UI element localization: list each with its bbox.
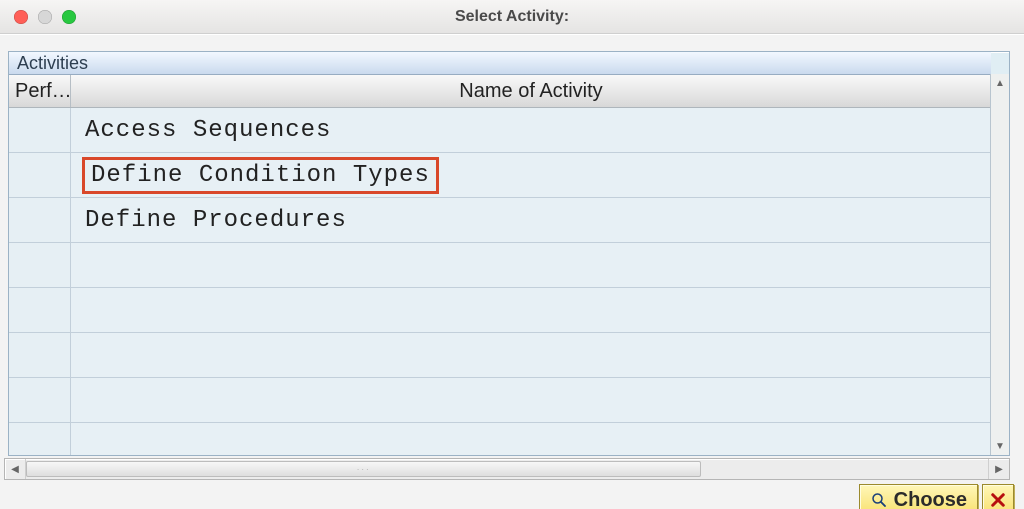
perf-cell[interactable] <box>9 198 71 242</box>
window-body: Activities Perf… Name of Activity Access… <box>0 34 1024 509</box>
activity-name-cell[interactable] <box>71 333 991 377</box>
traffic-lights <box>14 10 76 24</box>
activity-name-cell[interactable]: Define Condition Types <box>71 153 991 197</box>
perf-cell[interactable] <box>9 333 71 377</box>
table-row[interactable]: Define Condition Types <box>9 153 991 198</box>
perf-cell[interactable] <box>9 423 71 456</box>
table-row[interactable] <box>9 333 991 378</box>
horizontal-scrollbar[interactable]: ◀ ··· ▶ <box>4 458 1010 480</box>
search-icon <box>870 491 888 509</box>
activity-name-cell[interactable] <box>71 243 991 287</box>
vscroll-track[interactable] <box>991 92 1009 437</box>
perf-cell[interactable] <box>9 378 71 422</box>
activity-name-label: Access Sequences <box>85 117 331 144</box>
cancel-button[interactable] <box>982 484 1014 509</box>
activity-name-cell[interactable] <box>71 288 991 332</box>
table-row[interactable] <box>9 243 991 288</box>
column-header-perf[interactable]: Perf… <box>9 75 71 107</box>
window-titlebar: Select Activity: <box>0 0 1024 34</box>
activity-name-cell[interactable]: Access Sequences <box>71 108 991 152</box>
maximize-window-button[interactable] <box>62 10 76 24</box>
activity-name-cell[interactable] <box>71 378 991 422</box>
vertical-scrollbar[interactable]: ▲ ▼ <box>990 74 1009 455</box>
section-title: Activities <box>17 53 88 74</box>
minimize-window-button[interactable] <box>38 10 52 24</box>
table-row[interactable] <box>9 288 991 333</box>
choose-button-label: Choose <box>894 489 967 509</box>
cancel-icon <box>989 491 1007 509</box>
perf-cell[interactable] <box>9 243 71 287</box>
activity-name-cell[interactable] <box>71 423 991 456</box>
table-row[interactable] <box>9 378 991 423</box>
choose-button[interactable]: Choose <box>859 484 978 509</box>
scroll-down-arrow-icon[interactable]: ▼ <box>991 437 1009 455</box>
activities-panel: Activities Perf… Name of Activity Access… <box>8 51 1010 456</box>
hscroll-thumb[interactable]: ··· <box>26 461 701 477</box>
activity-name-cell[interactable]: Define Procedures <box>71 198 991 242</box>
section-header: Activities <box>9 52 991 75</box>
table-header-row: Perf… Name of Activity <box>9 75 991 108</box>
perf-cell[interactable] <box>9 108 71 152</box>
perf-cell[interactable] <box>9 153 71 197</box>
table-row[interactable] <box>9 423 991 456</box>
activity-name-label: Define Condition Types <box>82 157 439 194</box>
scroll-up-arrow-icon[interactable]: ▲ <box>991 74 1009 92</box>
scroll-left-arrow-icon[interactable]: ◀ <box>5 459 26 479</box>
hscroll-track[interactable]: ··· <box>26 459 988 479</box>
activity-name-label: Define Procedures <box>85 207 347 234</box>
table-body: Access Sequences Define Condition Types De… <box>9 108 991 456</box>
column-header-name[interactable]: Name of Activity <box>71 75 991 107</box>
button-bar: Choose <box>0 480 1024 509</box>
close-window-button[interactable] <box>14 10 28 24</box>
table-row[interactable]: Access Sequences <box>9 108 991 153</box>
perf-cell[interactable] <box>9 288 71 332</box>
window-title: Select Activity: <box>0 8 1024 26</box>
table-row[interactable]: Define Procedures <box>9 198 991 243</box>
scroll-right-arrow-icon[interactable]: ▶ <box>988 459 1009 479</box>
